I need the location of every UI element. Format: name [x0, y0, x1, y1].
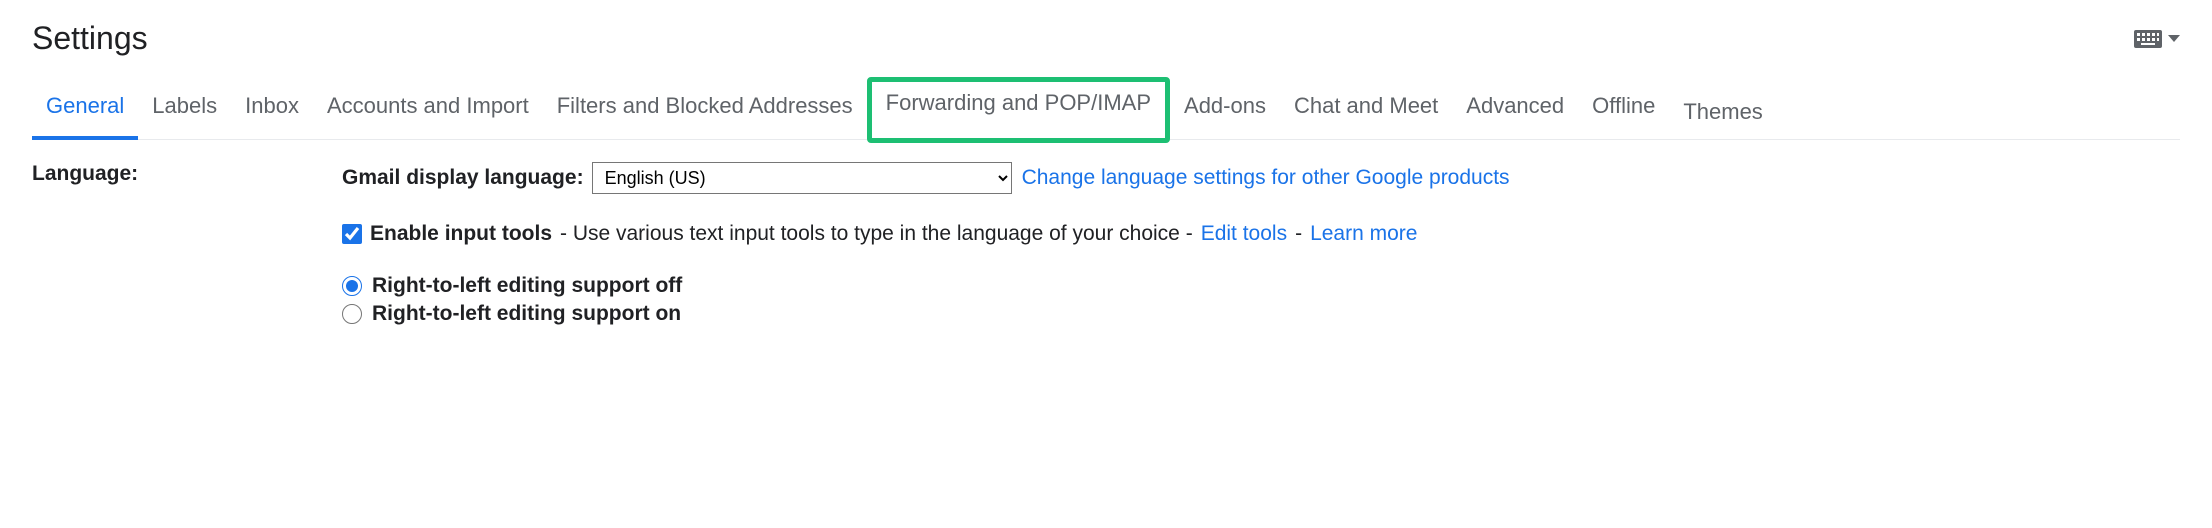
- learn-more-link[interactable]: Learn more: [1310, 222, 1417, 246]
- tab-filters[interactable]: Filters and Blocked Addresses: [543, 85, 867, 139]
- language-section-label: Language:: [32, 162, 342, 186]
- tab-labels[interactable]: Labels: [138, 85, 231, 139]
- tab-addons[interactable]: Add-ons: [1170, 85, 1280, 139]
- display-language-select[interactable]: English (US): [592, 162, 1012, 194]
- change-language-link[interactable]: Change language settings for other Googl…: [1022, 166, 1510, 190]
- rtl-on-radio[interactable]: [342, 304, 362, 324]
- enable-input-tools-checkbox[interactable]: [342, 224, 362, 244]
- tab-general[interactable]: General: [32, 85, 138, 139]
- separator-dash: -: [1295, 222, 1302, 246]
- chevron-down-icon: [2168, 35, 2180, 42]
- keyboard-icon: [2134, 30, 2162, 48]
- tab-forwarding[interactable]: Forwarding and POP/IMAP: [867, 77, 1170, 143]
- tab-themes[interactable]: Themes: [1669, 91, 1776, 139]
- tab-advanced[interactable]: Advanced: [1452, 85, 1578, 139]
- tab-chat[interactable]: Chat and Meet: [1280, 85, 1452, 139]
- rtl-on-label: Right-to-left editing support on: [372, 302, 681, 326]
- page-title: Settings: [32, 20, 148, 57]
- tab-accounts[interactable]: Accounts and Import: [313, 85, 543, 139]
- rtl-radio-group: Right-to-left editing support off Right-…: [342, 274, 2180, 326]
- tab-inbox[interactable]: Inbox: [231, 85, 313, 139]
- enable-input-tools-label: Enable input tools: [370, 222, 552, 246]
- enable-input-tools-desc: - Use various text input tools to type i…: [560, 222, 1193, 246]
- settings-tabs: General Labels Inbox Accounts and Import…: [32, 85, 2180, 140]
- rtl-off-label: Right-to-left editing support off: [372, 274, 682, 298]
- edit-tools-link[interactable]: Edit tools: [1201, 222, 1287, 246]
- tab-offline[interactable]: Offline: [1578, 85, 1669, 139]
- rtl-off-radio[interactable]: [342, 276, 362, 296]
- input-tools-toggle[interactable]: [2134, 30, 2180, 48]
- display-language-label: Gmail display language:: [342, 166, 584, 190]
